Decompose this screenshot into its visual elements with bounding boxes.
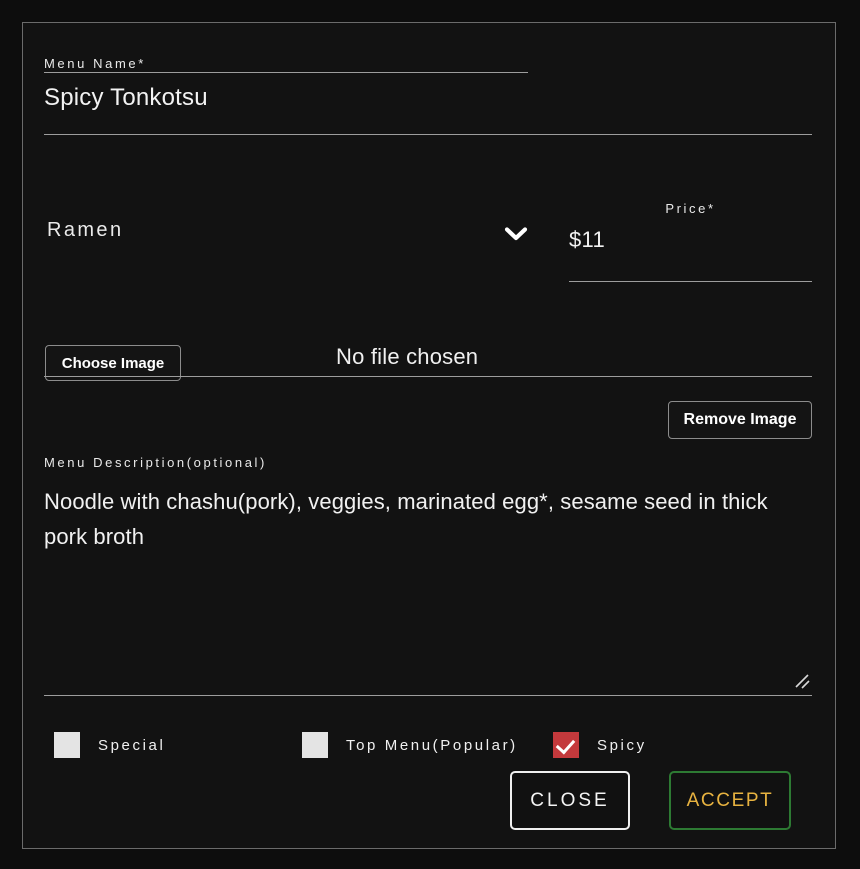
dialog-footer: CLOSE ACCEPT [44, 771, 812, 831]
checkbox-top-menu-label: Top Menu(Popular) [346, 736, 518, 754]
accept-button[interactable]: ACCEPT [669, 771, 791, 830]
checkbox-special-box[interactable] [54, 732, 80, 758]
remove-image-button[interactable]: Remove Image [668, 401, 812, 439]
chevron-down-icon[interactable] [504, 225, 528, 243]
menu-description-field[interactable]: Menu Description(optional) Noodle with c… [44, 455, 812, 696]
checkbox-special[interactable]: Special [54, 725, 165, 765]
category-select-value: Ramen [47, 219, 124, 241]
image-row-divider [44, 376, 812, 377]
menu-description-textarea[interactable]: Noodle with chashu(pork), veggies, marin… [44, 484, 796, 554]
price-input[interactable]: $11 [569, 227, 812, 253]
price-field[interactable]: Price* $11 [569, 201, 812, 282]
dialog-body: Menu Name* Spicy Tonkotsu Ramen Price* $… [44, 23, 812, 848]
menu-name-label: Menu Name* [44, 56, 146, 71]
menu-description-label: Menu Description(optional) [44, 455, 267, 470]
close-button[interactable]: CLOSE [510, 771, 630, 830]
menu-edit-dialog: Menu Name* Spicy Tonkotsu Ramen Price* $… [22, 22, 836, 849]
file-status-text: No file chosen [336, 344, 479, 369]
checkbox-special-label: Special [98, 736, 166, 754]
price-underline [569, 281, 812, 282]
menu-flags-row: Special Top Menu(Popular) Spicy [44, 725, 812, 765]
price-label: Price* [665, 201, 716, 216]
checkbox-spicy[interactable]: Spicy [553, 725, 647, 765]
image-upload-row: Choose Image No file chosen [44, 328, 812, 390]
checkbox-top-menu[interactable]: Top Menu(Popular) [302, 725, 518, 765]
menu-name-field[interactable]: Menu Name* Spicy Tonkotsu [44, 56, 812, 113]
menu-name-underline [44, 134, 812, 135]
checkbox-spicy-label: Spicy [597, 736, 647, 754]
category-select[interactable]: Ramen [44, 219, 528, 269]
checkbox-spicy-box[interactable] [553, 732, 579, 758]
menu-description-underline [44, 695, 812, 696]
checkbox-top-menu-box[interactable] [302, 732, 328, 758]
textarea-resize-handle[interactable] [792, 671, 810, 689]
menu-name-input[interactable]: Spicy Tonkotsu [44, 83, 812, 113]
category-select-underline [44, 72, 528, 73]
